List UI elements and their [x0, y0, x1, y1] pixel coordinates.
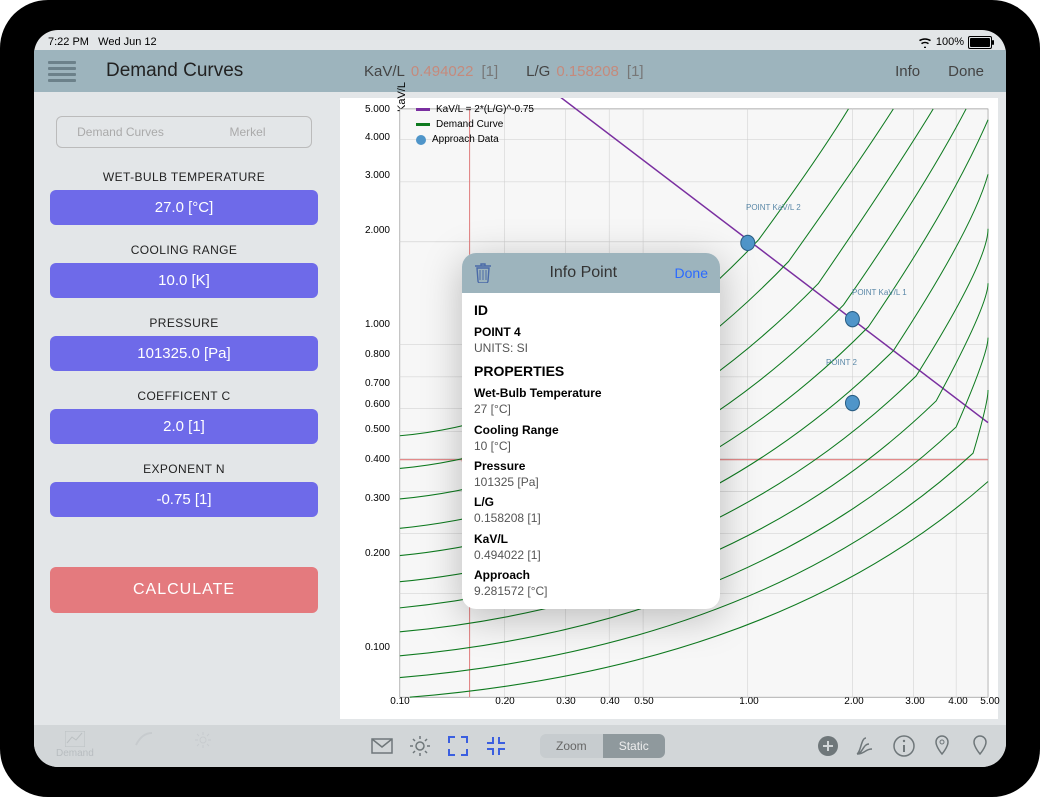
battery-pct: 100%: [936, 36, 964, 48]
wifi-icon: [918, 37, 932, 48]
coeff-c-label: COEFFICENT C: [48, 389, 320, 403]
info-point-popover: Info Point Done ID POINT 4 UNITS: SI PRO…: [462, 253, 720, 609]
static-button[interactable]: Static: [603, 734, 665, 758]
zoom-button[interactable]: Zoom: [540, 734, 603, 758]
curves-icon[interactable]: [854, 734, 878, 758]
battery-icon: [968, 36, 992, 49]
exponent-n-field[interactable]: -0.75 [1]: [50, 482, 318, 517]
tab-demand[interactable]: Demand: [56, 731, 94, 761]
cooling-range-label: COOLING RANGE: [48, 243, 320, 257]
point-label-kav2: POINT KaV/L 2: [746, 203, 801, 212]
mail-icon[interactable]: [370, 734, 394, 758]
tab-2[interactable]: [134, 731, 154, 761]
status-bar: 7:22 PM Wed Jun 12 100%: [34, 30, 1006, 52]
tab-settings[interactable]: [194, 731, 212, 761]
info-button[interactable]: Info: [895, 63, 920, 80]
zoom-mode-segment[interactable]: Zoom Static: [540, 734, 665, 758]
trash-icon[interactable]: [474, 263, 492, 283]
point-label-p2: POINT 2: [826, 358, 857, 367]
add-icon[interactable]: [816, 734, 840, 758]
bottom-bar: Demand Zoom Static: [34, 725, 1006, 767]
done-button[interactable]: Done: [948, 63, 984, 80]
collapse-icon[interactable]: [484, 734, 508, 758]
exponent-n-label: EXPONENT N: [48, 462, 320, 476]
info-icon[interactable]: [892, 734, 916, 758]
page-title: Demand Curves: [84, 60, 243, 82]
top-bar: Demand Curves KaV/L 0.494022 [1] L/G 0.1…: [34, 50, 1006, 92]
expand-icon[interactable]: [446, 734, 470, 758]
gear-icon[interactable]: [408, 734, 432, 758]
pressure-label: PRESSURE: [48, 316, 320, 330]
cooling-range-field[interactable]: 10.0 [K]: [50, 263, 318, 298]
kav-unit: [1]: [481, 63, 498, 80]
chart-pane: 5.000 4.000 3.000 2.000 1.000 0.800 0.70…: [334, 92, 1006, 725]
mode-segment[interactable]: Demand Curves Merkel: [56, 116, 312, 148]
wbt-label: WET-BULB TEMPERATURE: [48, 170, 320, 184]
popover-done-button[interactable]: Done: [675, 265, 708, 281]
lg-value: 0.158208: [556, 63, 619, 80]
status-date: Wed Jun 12: [98, 36, 157, 48]
status-time: 7:22 PM: [48, 36, 89, 48]
chart-legend: KaV/L = 2*(L/G)^-0.75 Demand Curve Appro…: [416, 102, 534, 147]
calculate-button[interactable]: CALCULATE: [50, 567, 318, 613]
kav-label: KaV/L: [364, 63, 405, 80]
pin-icon[interactable]: [930, 734, 954, 758]
wbt-field[interactable]: 27.0 [°C]: [50, 190, 318, 225]
lg-unit: [1]: [627, 63, 644, 80]
tab-merkel[interactable]: Merkel: [184, 117, 311, 147]
menu-icon[interactable]: [40, 53, 84, 90]
pressure-field[interactable]: 101325.0 [Pa]: [50, 336, 318, 371]
pin-outline-icon[interactable]: [968, 734, 992, 758]
chart-area[interactable]: 5.000 4.000 3.000 2.000 1.000 0.800 0.70…: [340, 98, 998, 719]
coeff-c-field[interactable]: 2.0 [1]: [50, 409, 318, 444]
popover-title: Info Point: [492, 264, 675, 282]
lg-label: L/G: [526, 63, 550, 80]
point-label-kav1: POINT KaV/L 1: [852, 288, 907, 297]
sidebar: Demand Curves Merkel WET-BULB TEMPERATUR…: [34, 92, 334, 725]
kav-value: 0.494022: [411, 63, 474, 80]
tab-demand-curves[interactable]: Demand Curves: [57, 117, 184, 147]
